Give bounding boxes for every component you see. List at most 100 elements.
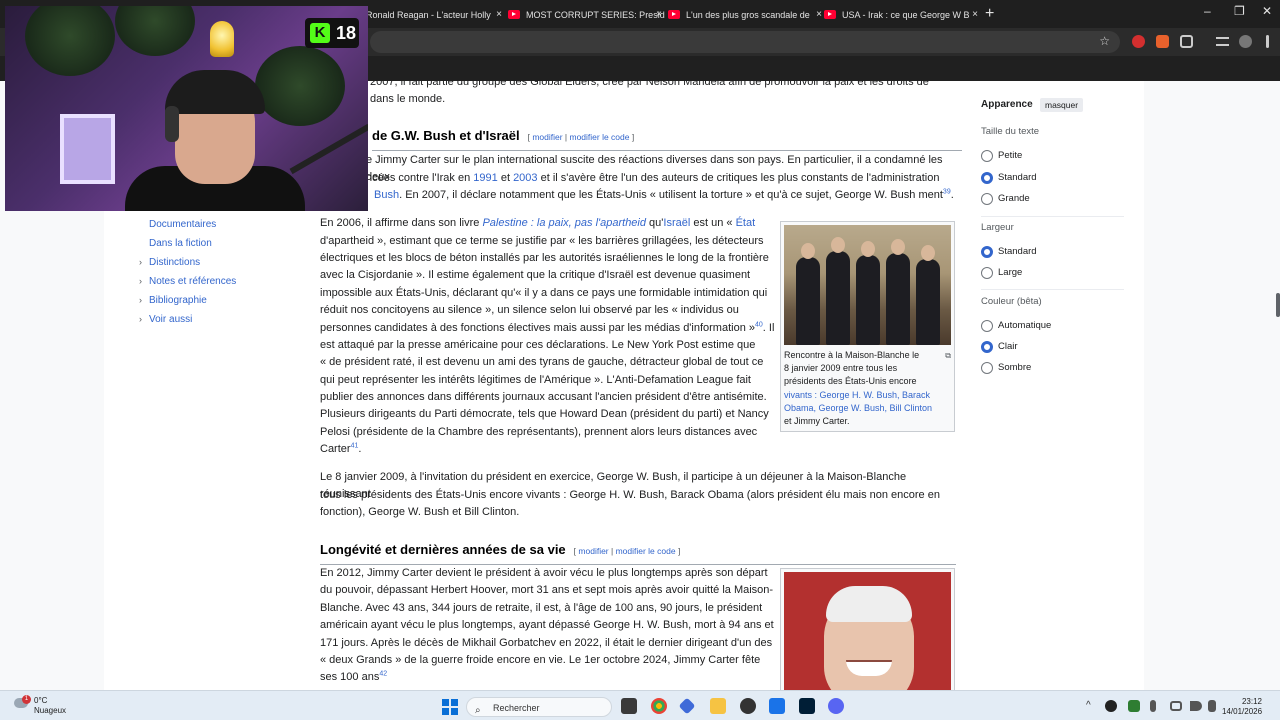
toc-item[interactable]: Dans la fiction bbox=[140, 234, 310, 253]
toc-item[interactable]: › Distinctions bbox=[139, 253, 310, 272]
tray-app-icon[interactable] bbox=[1105, 700, 1117, 712]
chevron-right-icon[interactable]: › bbox=[139, 272, 142, 291]
tab-close-icon[interactable]: × bbox=[496, 4, 502, 26]
caption-line[interactable]: vivants : George H. W. Bush, Barack bbox=[784, 389, 951, 402]
app-icon[interactable] bbox=[769, 698, 785, 714]
radio-selected-icon[interactable] bbox=[981, 246, 993, 258]
tab-close-icon[interactable]: × bbox=[656, 4, 662, 26]
windows-start-icon[interactable] bbox=[442, 699, 458, 715]
toc-item[interactable]: › Voir aussi bbox=[139, 310, 310, 329]
edit-link[interactable]: modifier bbox=[578, 546, 608, 556]
extension-icon[interactable] bbox=[1156, 35, 1169, 48]
divider bbox=[981, 216, 1124, 217]
clock[interactable]: 23:12 14/01/2026 bbox=[1222, 697, 1262, 717]
paragraph-line: 171 jours. Après le décès de Mikhail Gor… bbox=[320, 637, 773, 649]
paragraph-line: En 2006, il affirme dans son livre Pales… bbox=[320, 215, 755, 232]
jimmy-carter-photo[interactable] bbox=[784, 572, 951, 690]
media-control-icon[interactable] bbox=[1216, 37, 1229, 46]
tray-app-icon[interactable] bbox=[1128, 700, 1140, 712]
radio-option[interactable]: Standard bbox=[981, 245, 1037, 259]
reference-link[interactable]: 40 bbox=[755, 321, 763, 328]
browser-tab[interactable]: Ronald Reagan - L'acteur Holly × bbox=[346, 4, 506, 26]
edit-link[interactable]: modifier bbox=[532, 132, 562, 142]
radio-icon[interactable] bbox=[981, 320, 993, 332]
caption-line: présidents des États-Unis encore bbox=[784, 376, 917, 387]
maximize-icon[interactable]: ❐ bbox=[1234, 4, 1245, 18]
radio-option[interactable]: Large bbox=[981, 266, 1022, 280]
minimize-icon[interactable]: – bbox=[1204, 4, 1211, 18]
microphone-icon[interactable] bbox=[1150, 700, 1156, 712]
photoshop-icon[interactable] bbox=[799, 698, 815, 714]
hide-button[interactable]: masquer bbox=[1040, 98, 1084, 112]
bookmark-star-icon[interactable]: ☆ bbox=[1099, 34, 1110, 48]
radio-label: Standard bbox=[998, 246, 1037, 257]
reference-link[interactable]: 39 bbox=[943, 188, 951, 195]
image-thumbnail: ⧉ Rencontre à la Maison-Blanche le 8 jan… bbox=[780, 221, 955, 432]
radio-option[interactable]: Standard bbox=[981, 171, 1037, 185]
extension-icon[interactable] bbox=[1132, 35, 1145, 48]
radio-option[interactable]: Clair bbox=[981, 340, 1018, 354]
battery-icon[interactable] bbox=[1208, 700, 1216, 712]
taskbar-search[interactable]: ⌕ Rechercher bbox=[466, 697, 612, 717]
extensions-puzzle-icon[interactable] bbox=[1180, 35, 1193, 48]
tray-expand-icon[interactable]: ^ bbox=[1086, 700, 1091, 711]
appearance-title: Apparence bbox=[981, 99, 1033, 110]
link[interactable]: Bush bbox=[374, 189, 399, 201]
menu-kebab-icon[interactable] bbox=[1266, 35, 1269, 48]
link[interactable]: Palestine : la paix, pas l'apartheid bbox=[482, 217, 646, 229]
radio-label: Petite bbox=[998, 150, 1023, 161]
presidents-photo[interactable] bbox=[784, 225, 951, 345]
radio-selected-icon[interactable] bbox=[981, 172, 993, 184]
tab-close-icon[interactable]: × bbox=[972, 4, 978, 26]
file-explorer-icon[interactable] bbox=[710, 698, 726, 714]
toc-item[interactable]: › Notes et références bbox=[139, 272, 310, 291]
toc-item[interactable]: › Bibliographie bbox=[139, 291, 310, 310]
discord-icon[interactable] bbox=[828, 698, 844, 714]
chevron-right-icon[interactable]: › bbox=[139, 291, 142, 310]
plant-shape bbox=[115, 6, 195, 56]
link[interactable]: État bbox=[736, 217, 756, 229]
browser-tab[interactable]: MOST CORRUPT SERIES: Presid × bbox=[506, 4, 666, 26]
radio-option[interactable]: Grande bbox=[981, 192, 1030, 206]
app-icon[interactable] bbox=[678, 697, 696, 715]
section-title: de G.W. Bush et d'Israël bbox=[372, 128, 520, 143]
radio-option[interactable]: Sombre bbox=[981, 361, 1031, 375]
edit-source-link[interactable]: modifier le code bbox=[569, 132, 629, 142]
chevron-right-icon[interactable]: › bbox=[139, 310, 142, 329]
enlarge-icon[interactable]: ⧉ bbox=[945, 349, 951, 362]
radio-option[interactable]: Petite bbox=[981, 149, 1022, 163]
network-icon[interactable] bbox=[1170, 701, 1182, 711]
toc-item-label: Notes et références bbox=[149, 276, 237, 287]
age-rating: 18 bbox=[336, 23, 357, 43]
link[interactable]: 1991 bbox=[473, 172, 497, 184]
toc-item-label: Voir aussi bbox=[149, 314, 193, 325]
reference-link[interactable]: 42 bbox=[379, 670, 387, 677]
link[interactable]: 2003 bbox=[513, 172, 537, 184]
task-view-icon[interactable] bbox=[621, 698, 637, 714]
radio-icon[interactable] bbox=[981, 193, 993, 205]
tab-title: MOST CORRUPT SERIES: Presid bbox=[526, 10, 665, 20]
window-close-icon[interactable]: ✕ bbox=[1262, 4, 1272, 18]
new-tab-button[interactable]: + bbox=[985, 4, 994, 24]
radio-icon[interactable] bbox=[981, 362, 993, 374]
browser-tab[interactable]: USA - Irak : ce que George W B × bbox=[822, 4, 982, 26]
radio-icon[interactable] bbox=[981, 267, 993, 279]
paragraph-line: 2007, il fait partie du groupe des Globa… bbox=[370, 81, 929, 88]
toc-item[interactable]: Documentaires bbox=[140, 215, 310, 234]
browser-tab[interactable]: L'un des plus gros scandale de × bbox=[666, 4, 826, 26]
radio-selected-icon[interactable] bbox=[981, 341, 993, 353]
scrollbar-thumb[interactable] bbox=[1276, 293, 1280, 317]
link[interactable]: Israël bbox=[663, 217, 690, 229]
edit-source-link[interactable]: modifier le code bbox=[616, 546, 676, 556]
radio-option[interactable]: Automatique bbox=[981, 319, 1051, 333]
person-figure bbox=[886, 239, 910, 345]
obs-icon[interactable] bbox=[740, 698, 756, 714]
tab-title: USA - Irak : ce que George W B bbox=[842, 10, 970, 20]
volume-icon[interactable] bbox=[1190, 701, 1202, 711]
radio-icon[interactable] bbox=[981, 150, 993, 162]
caption-line[interactable]: Obama, George W. Bush, Bill Clinton bbox=[784, 402, 951, 415]
profile-avatar-icon[interactable] bbox=[1239, 35, 1252, 48]
chevron-right-icon[interactable]: › bbox=[139, 253, 142, 272]
address-bar[interactable]: ☆ bbox=[370, 31, 1120, 53]
chrome-icon[interactable] bbox=[651, 698, 667, 714]
